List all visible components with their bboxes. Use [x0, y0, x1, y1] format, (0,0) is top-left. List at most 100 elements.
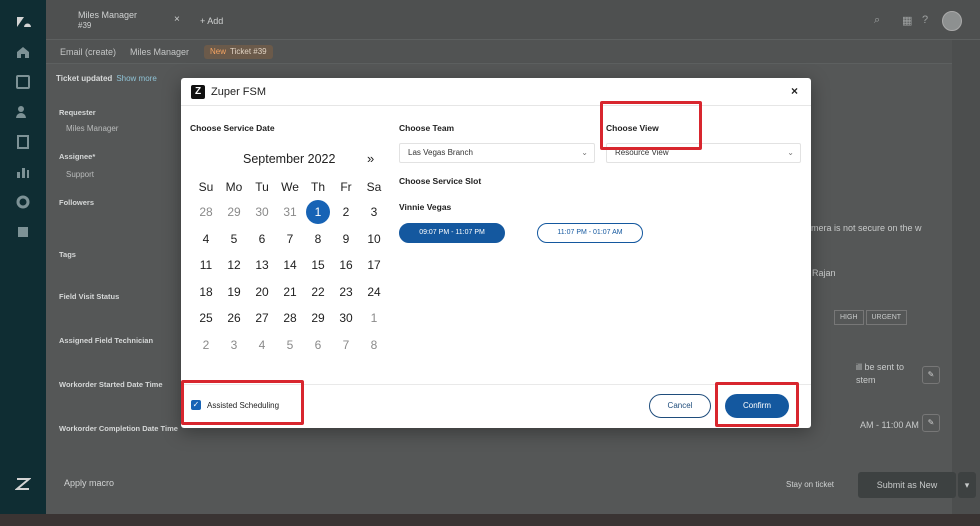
- calendar-day[interactable]: 26: [222, 306, 246, 330]
- calendar-day[interactable]: 22: [306, 280, 330, 304]
- chevron-down-icon: ⌄: [581, 148, 588, 157]
- calendar-day[interactable]: 17: [362, 253, 386, 277]
- requester-value[interactable]: Miles Manager: [66, 124, 118, 133]
- calendar-day[interactable]: 9: [334, 227, 358, 251]
- calendar-day[interactable]: 8: [306, 227, 330, 251]
- views-icon[interactable]: [15, 74, 31, 90]
- calendar-day[interactable]: 12: [222, 253, 246, 277]
- reporting-icon[interactable]: [15, 164, 31, 180]
- calendar-day[interactable]: 6: [250, 227, 274, 251]
- cancel-button[interactable]: Cancel: [649, 394, 711, 418]
- sidebar-text-camera: amera is not secure on the w: [806, 223, 922, 233]
- weekday-header: Fr: [340, 180, 352, 194]
- home-icon[interactable]: [15, 44, 31, 60]
- calendar-day[interactable]: 23: [334, 280, 358, 304]
- calendar-day[interactable]: 25: [194, 306, 218, 330]
- desktop-strip: [0, 514, 980, 526]
- edit-pencil-icon[interactable]: ✎: [922, 366, 940, 384]
- time-slot[interactable]: 11:07 PM - 01:07 AM: [537, 223, 643, 243]
- ticket-tab-title: Miles Manager: [78, 10, 138, 20]
- calendar-day[interactable]: 28: [278, 306, 302, 330]
- calendar-day[interactable]: 2: [194, 333, 218, 357]
- breadcrumb: Email (create) Miles Manager New Ticket #…: [46, 40, 980, 64]
- field-visit-status-label: Field Visit Status: [59, 292, 120, 301]
- add-tab-button[interactable]: + Add: [200, 16, 223, 26]
- submit-options-chevron-icon[interactable]: ▾: [958, 472, 976, 498]
- zendesk-logo-icon[interactable]: [15, 14, 31, 30]
- calendar-day[interactable]: 16: [334, 253, 358, 277]
- show-more-link[interactable]: Show more: [116, 74, 156, 83]
- weekday-header: Sa: [366, 180, 382, 194]
- priority-urgent[interactable]: URGENT: [865, 310, 908, 325]
- submit-button[interactable]: Submit as New: [858, 472, 956, 498]
- calendar-day[interactable]: 8: [362, 333, 386, 357]
- calendar-day[interactable]: 2: [334, 200, 358, 224]
- calendar-day[interactable]: 7: [278, 227, 302, 251]
- settings-gear-icon[interactable]: [15, 194, 31, 210]
- edit-pencil-icon[interactable]: ✎: [922, 414, 940, 432]
- calendar-day-selected[interactable]: 1: [306, 200, 330, 224]
- team-select-value: Las Vegas Branch: [408, 148, 473, 157]
- calendar-day[interactable]: 21: [278, 280, 302, 304]
- weekday-header: We: [281, 180, 299, 194]
- customers-icon[interactable]: [15, 104, 31, 120]
- calendar-day[interactable]: 5: [222, 227, 246, 251]
- ticket-badge[interactable]: New Ticket #39: [204, 45, 273, 59]
- calendar-day[interactable]: 29: [222, 200, 246, 224]
- calendar-day[interactable]: 3: [222, 333, 246, 357]
- dialog-title: Zuper FSM: [211, 86, 267, 98]
- next-month-button[interactable]: »: [367, 151, 374, 166]
- user-avatar[interactable]: [942, 11, 962, 31]
- breadcrumb-email[interactable]: Email (create): [60, 47, 116, 57]
- calendar-day[interactable]: 1: [362, 306, 386, 330]
- ticket-tab-bar: Miles Manager #39 × + Add ⌕ ▦ ?: [46, 0, 980, 40]
- priority-selector[interactable]: HIGH URGENT: [834, 310, 909, 325]
- calendar-day[interactable]: 11: [194, 253, 218, 277]
- zendesk-z-icon[interactable]: [14, 476, 32, 492]
- calendar-day[interactable]: 15: [306, 253, 330, 277]
- close-icon[interactable]: ×: [791, 84, 798, 98]
- priority-high[interactable]: HIGH: [834, 310, 864, 325]
- weekday-header: Mo: [225, 180, 243, 194]
- calendar-day[interactable]: 5: [278, 333, 302, 357]
- assigned-technician-label: Assigned Field Technician: [59, 336, 154, 345]
- ticket-badge-label: Ticket #39: [230, 47, 267, 56]
- calendar-day[interactable]: 18: [194, 280, 218, 304]
- requester-label: Requester: [59, 108, 96, 117]
- zuper-fsm-dialog: Z Zuper FSM × Choose Service Date Septem…: [181, 78, 811, 428]
- calendar-day[interactable]: 14: [278, 253, 302, 277]
- calendar-day[interactable]: 30: [250, 200, 274, 224]
- calendar-day[interactable]: 30: [334, 306, 358, 330]
- service-date-label: Choose Service Date: [190, 123, 275, 133]
- search-icon[interactable]: ⌕: [874, 14, 886, 26]
- assignee-value[interactable]: Support: [66, 170, 94, 179]
- calendar-day[interactable]: 27: [250, 306, 274, 330]
- calendar-day[interactable]: 31: [278, 200, 302, 224]
- calendar-day[interactable]: 4: [250, 333, 274, 357]
- breadcrumb-requester[interactable]: Miles Manager: [130, 47, 189, 57]
- team-select[interactable]: Las Vegas Branch ⌄: [399, 143, 595, 163]
- calendar-day[interactable]: 28: [194, 200, 218, 224]
- calendar-day[interactable]: 19: [222, 280, 246, 304]
- calendar-day[interactable]: 20: [250, 280, 274, 304]
- calendar-day[interactable]: 6: [306, 333, 330, 357]
- time-slot-selected[interactable]: 09:07 PM - 11:07 PM: [399, 223, 505, 243]
- annotation-box-confirm: [715, 382, 799, 427]
- apps-icon[interactable]: [15, 224, 31, 240]
- ticket-tab[interactable]: Miles Manager #39: [56, 6, 186, 34]
- calendar-day[interactable]: 7: [334, 333, 358, 357]
- calendar-day[interactable]: 29: [306, 306, 330, 330]
- calendar-day[interactable]: 13: [250, 253, 274, 277]
- organizations-icon[interactable]: [15, 134, 31, 150]
- stay-on-ticket-select[interactable]: Stay on ticket: [786, 480, 834, 489]
- help-icon[interactable]: ?: [922, 14, 934, 26]
- calendar-day[interactable]: 3: [362, 200, 386, 224]
- weekday-header: Su: [198, 180, 214, 194]
- calendar-day[interactable]: 10: [362, 227, 386, 251]
- calendar-day[interactable]: 24: [362, 280, 386, 304]
- apply-macro-button[interactable]: Apply macro: [64, 478, 114, 488]
- tab-close-icon[interactable]: ×: [174, 14, 180, 25]
- product-tray-icon[interactable]: ▦: [902, 14, 914, 27]
- weekday-header: Tu: [255, 180, 269, 194]
- calendar-day[interactable]: 4: [194, 227, 218, 251]
